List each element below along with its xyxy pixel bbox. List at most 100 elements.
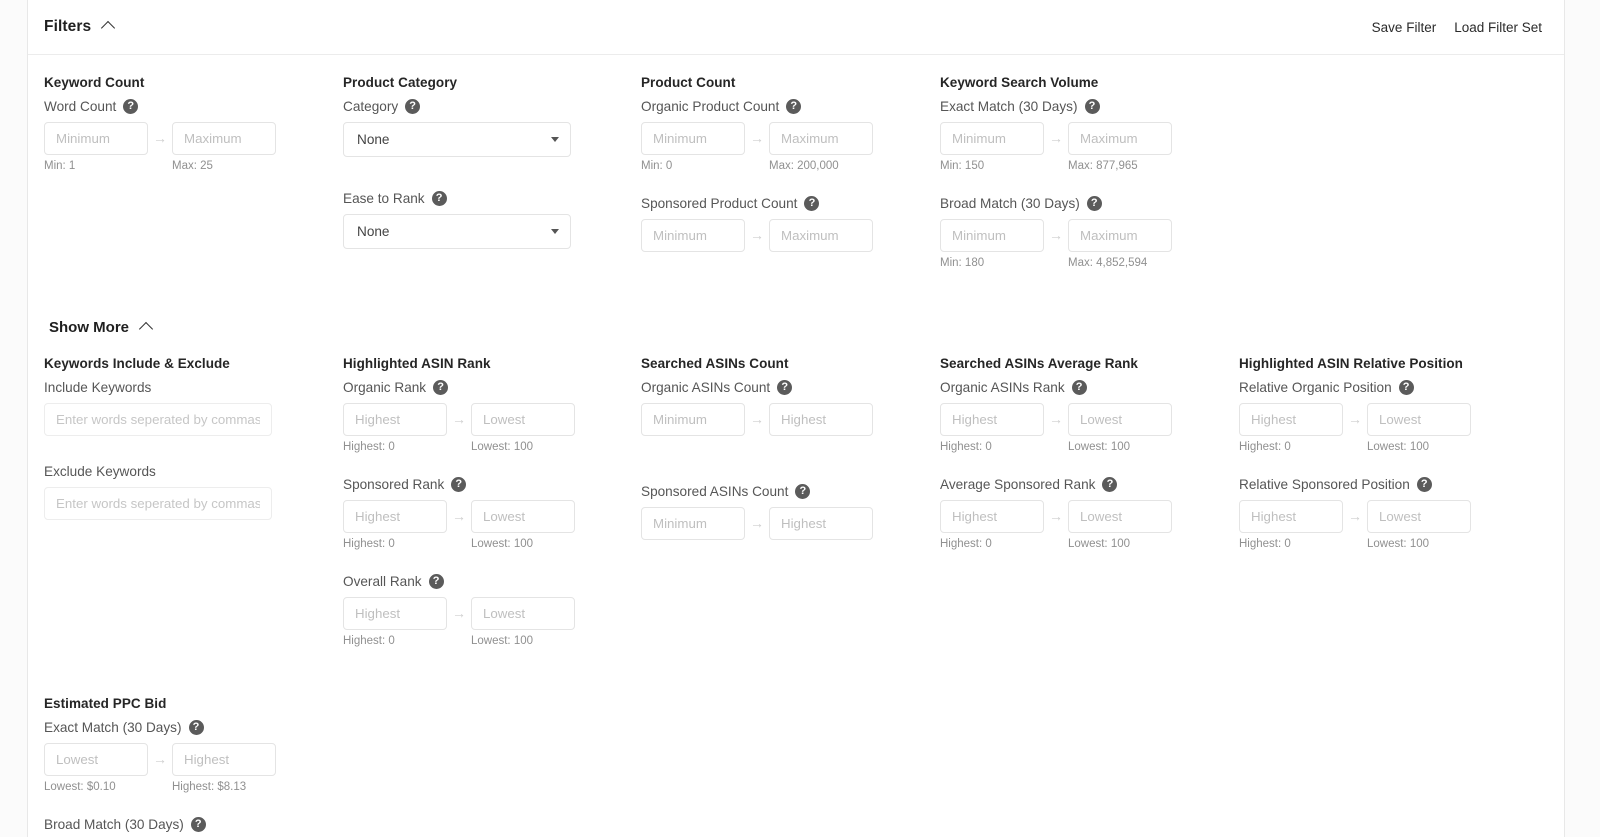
min-input[interactable] xyxy=(641,403,745,436)
max-hint: Lowest: 100 xyxy=(1068,441,1131,453)
help-icon[interactable]: ? xyxy=(777,380,793,395)
field-organic-product-count: Organic Product Count ? → Min: 0 Max: 20… xyxy=(641,99,940,172)
max-input[interactable] xyxy=(769,219,873,252)
filters-card: Filters Save Filter Load Filter Set Keyw… xyxy=(27,0,1565,837)
range-arrow-icon: → xyxy=(1348,411,1362,427)
help-icon[interactable]: ? xyxy=(786,99,802,114)
min-input[interactable] xyxy=(44,122,148,155)
help-icon[interactable]: ? xyxy=(1086,196,1102,211)
help-icon[interactable]: ? xyxy=(1416,477,1432,492)
max-hint: Lowest: 100 xyxy=(471,635,534,647)
field-label-text: Average Sponsored Rank xyxy=(940,477,1096,492)
ease-to-rank-select[interactable]: None xyxy=(343,214,571,249)
min-input[interactable] xyxy=(940,122,1044,155)
show-more-section-header: Show More xyxy=(44,319,1548,336)
min-input[interactable] xyxy=(1239,403,1343,436)
range-row: → xyxy=(44,743,343,776)
help-icon[interactable]: ? xyxy=(428,574,444,589)
min-hint: Min: 150 xyxy=(940,160,985,172)
field-label-text: Relative Sponsored Position xyxy=(1239,477,1410,492)
max-input[interactable] xyxy=(1367,500,1471,533)
field-label: Overall Rank ? xyxy=(343,574,641,589)
group-title: Highlighted ASIN Rank xyxy=(343,356,491,371)
range-hints: Min: 150 Max: 877,965 xyxy=(940,160,1239,172)
help-icon[interactable]: ? xyxy=(1071,380,1087,395)
field-label-text: Exclude Keywords xyxy=(44,464,156,479)
min-input[interactable] xyxy=(343,403,447,436)
max-hint: Lowest: 100 xyxy=(471,538,534,550)
help-icon[interactable]: ? xyxy=(188,720,204,735)
primary-filter-grid: Keyword Count Word Count ? → Min: 1 xyxy=(44,55,1548,269)
range-hints: Highest: 0 Lowest: 100 xyxy=(1239,538,1539,550)
field-label: Sponsored Product Count ? xyxy=(641,196,940,211)
min-input[interactable] xyxy=(343,597,447,630)
help-icon[interactable]: ? xyxy=(451,477,467,492)
range-row: → xyxy=(641,122,940,155)
help-icon[interactable]: ? xyxy=(1398,380,1414,395)
range-row: → xyxy=(343,403,641,436)
min-hint: Highest: 0 xyxy=(343,538,395,550)
max-input[interactable] xyxy=(769,507,873,540)
category-select[interactable]: None xyxy=(343,122,571,157)
max-input[interactable] xyxy=(769,403,873,436)
help-icon[interactable]: ? xyxy=(190,817,206,832)
range-arrow-icon: → xyxy=(452,508,466,524)
min-input[interactable] xyxy=(940,403,1044,436)
min-input[interactable] xyxy=(44,743,148,776)
min-input[interactable] xyxy=(641,507,745,540)
include-keywords-input[interactable] xyxy=(44,403,272,436)
range-row: → xyxy=(343,500,641,533)
min-hint: Min: 1 xyxy=(44,160,76,172)
load-filter-set-button[interactable]: Load Filter Set xyxy=(1454,20,1542,35)
field-label: Include Keywords xyxy=(44,380,343,395)
range-hints: Highest: 0 Lowest: 100 xyxy=(940,441,1239,453)
field-word-count: Word Count ? → Min: 1 Max: 25 xyxy=(44,99,343,172)
group-title: Searched ASINs Average Rank xyxy=(940,356,1138,371)
max-input[interactable] xyxy=(769,122,873,155)
field-ease-to-rank: Ease to Rank ? None xyxy=(343,191,641,249)
group-highlighted-asin-rank: Highlighted ASIN Rank Organic Rank ? → xyxy=(343,356,641,647)
min-hint: Lowest: $0.10 xyxy=(44,781,116,793)
group-highlighted-asin-relative-position: Highlighted ASIN Relative Position Relat… xyxy=(1239,356,1539,550)
help-icon[interactable]: ? xyxy=(123,99,139,114)
help-icon[interactable]: ? xyxy=(1084,99,1100,114)
range-arrow-icon: → xyxy=(750,227,764,243)
field-overall-rank: Overall Rank ? → Highest: 0 Lowest: 100 xyxy=(343,574,641,647)
field-relative-organic-position: Relative Organic Position ? → Highest: 0… xyxy=(1239,380,1539,453)
field-label-text: Broad Match (30 Days) xyxy=(940,196,1080,211)
help-icon[interactable]: ? xyxy=(405,99,421,114)
max-input[interactable] xyxy=(471,500,575,533)
max-input[interactable] xyxy=(172,743,276,776)
min-input[interactable] xyxy=(641,122,745,155)
min-input[interactable] xyxy=(343,500,447,533)
max-input[interactable] xyxy=(1367,403,1471,436)
min-input[interactable] xyxy=(641,219,745,252)
max-hint: Highest: $8.13 xyxy=(172,781,247,793)
group-title: Keywords Include & Exclude xyxy=(44,356,230,371)
max-input[interactable] xyxy=(172,122,276,155)
field-sponsored-asins-count: Sponsored ASINs Count ? → xyxy=(641,484,940,540)
max-input[interactable] xyxy=(471,403,575,436)
max-input[interactable] xyxy=(1068,122,1172,155)
group-estimated-ppc-bid: Estimated PPC Bid Exact Match (30 Days) … xyxy=(44,696,343,837)
help-icon[interactable]: ? xyxy=(1102,477,1118,492)
chevron-up-icon[interactable] xyxy=(103,20,115,32)
max-input[interactable] xyxy=(1068,403,1172,436)
min-input[interactable] xyxy=(940,500,1044,533)
min-input[interactable] xyxy=(940,219,1044,252)
help-icon[interactable]: ? xyxy=(433,380,449,395)
save-filter-button[interactable]: Save Filter xyxy=(1372,20,1437,35)
min-input[interactable] xyxy=(1239,500,1343,533)
field-sponsored-rank: Sponsored Rank ? → Highest: 0 Lowest: 10… xyxy=(343,477,641,550)
max-input[interactable] xyxy=(1068,500,1172,533)
range-hints: Highest: 0 Lowest: 100 xyxy=(940,538,1239,550)
max-input[interactable] xyxy=(471,597,575,630)
max-input[interactable] xyxy=(1068,219,1172,252)
help-icon[interactable]: ? xyxy=(431,191,447,206)
chevron-up-icon[interactable] xyxy=(141,321,153,333)
min-hint: Highest: 0 xyxy=(343,441,395,453)
range-arrow-icon: → xyxy=(153,130,167,146)
help-icon[interactable]: ? xyxy=(804,196,820,211)
help-icon[interactable]: ? xyxy=(795,484,811,499)
exclude-keywords-input[interactable] xyxy=(44,487,272,520)
